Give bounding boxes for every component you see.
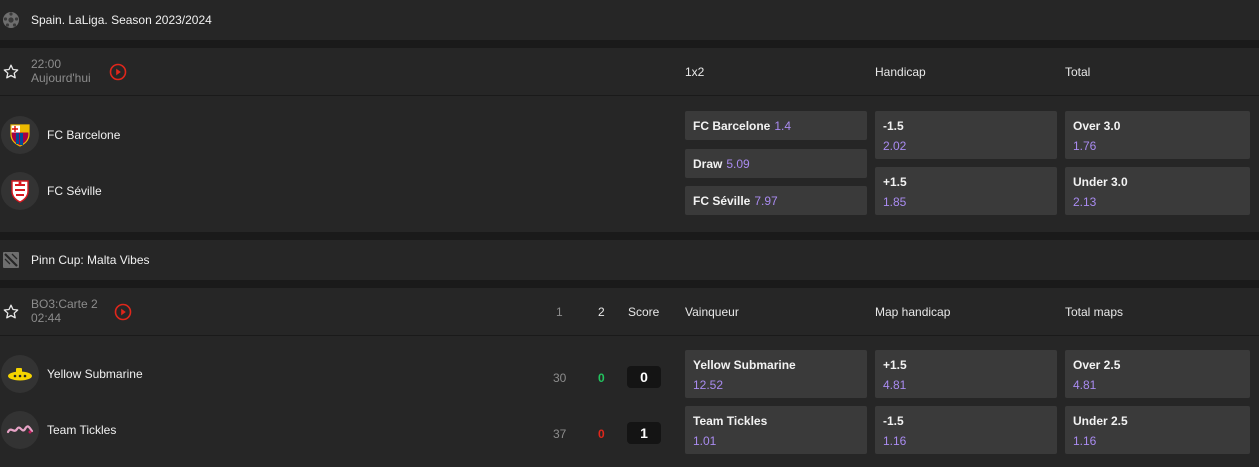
odds-value: 5.09	[726, 156, 750, 171]
odds-label: FC Séville	[693, 193, 751, 208]
odds-value: 1.01	[693, 434, 717, 448]
dota-icon	[1, 250, 21, 270]
game-1-score: 37	[553, 427, 567, 441]
odds-label: Draw	[693, 156, 723, 171]
match-header: BO3:Carte 2 02:44 1 2 Score Vainqueur Ma…	[0, 288, 1259, 336]
sevilla-fc-crest-icon	[1, 172, 39, 210]
odds-button-handicap-minus[interactable]: -1.5 2.02	[875, 111, 1057, 159]
odds-button-handicap-plus[interactable]: +1.5 1.85	[875, 167, 1057, 215]
odds-label: Team Tickles	[693, 414, 768, 428]
odds-button-1x2-away[interactable]: FC Séville 7.97	[685, 186, 867, 215]
odds-value: 2.02	[883, 139, 907, 153]
match-time: 22:00 Aujourd'hui	[31, 57, 91, 85]
odds-value: 12.52	[693, 378, 724, 392]
live-stream-icon[interactable]	[109, 63, 127, 81]
column-header-total-maps: Total maps	[1065, 305, 1124, 319]
odds-button-total-maps-under[interactable]: Under 2.5 1.16	[1065, 406, 1250, 454]
odds-button-map-handicap-plus[interactable]: +1.5 4.81	[875, 350, 1057, 398]
match-header: 22:00 Aujourd'hui 1x2 Handicap Total	[0, 48, 1259, 96]
odds-label: Yellow Submarine	[693, 358, 796, 372]
league-name: Spain. LaLiga. Season 2023/2024	[31, 13, 212, 27]
odds-value: 1.16	[1073, 434, 1097, 448]
team-row-sevilla: FC Séville	[0, 172, 102, 210]
odds-button-total-under[interactable]: Under 3.0 2.13	[1065, 167, 1250, 215]
league-header-pinn-cup[interactable]: Pinn Cup: Malta Vibes	[0, 240, 1259, 280]
favorite-star-icon[interactable]	[3, 64, 19, 80]
elapsed-time: 02:44	[31, 311, 62, 325]
game-2-score: 0	[598, 371, 605, 385]
odds-value: 2.13	[1073, 195, 1097, 209]
league-header-laliga[interactable]: Spain. LaLiga. Season 2023/2024	[0, 0, 1259, 40]
odds-label: +1.5	[883, 175, 907, 189]
odds-value: 1.16	[883, 434, 907, 448]
odds-label: Under 3.0	[1073, 175, 1128, 189]
map-score: 0	[627, 366, 661, 388]
odds-label: Under 2.5	[1073, 414, 1128, 428]
column-header-game-2: 2	[598, 305, 605, 319]
odds-label: Over 3.0	[1073, 119, 1121, 133]
team-name: Team Tickles	[47, 423, 117, 437]
odds-button-1x2-home[interactable]: FC Barcelone 1.4	[685, 111, 867, 140]
game-2-score: 0	[598, 427, 605, 441]
league-name: Pinn Cup: Malta Vibes	[31, 253, 150, 267]
kickoff-time: 22:00	[31, 57, 62, 71]
team-name: Yellow Submarine	[47, 367, 143, 381]
odds-label: Over 2.5	[1073, 358, 1121, 372]
team-tickles-logo-icon	[1, 411, 39, 449]
team-row-team-tickles: Team Tickles	[0, 411, 116, 449]
odds-value: 1.85	[883, 195, 907, 209]
favorite-star-icon[interactable]	[3, 304, 19, 320]
odds-value: 1.76	[1073, 139, 1097, 153]
map-score: 1	[627, 422, 661, 444]
odds-value: 4.81	[883, 378, 907, 392]
column-header-score: Score	[628, 305, 660, 319]
odds-value: 7.97	[754, 193, 778, 208]
odds-label: +1.5	[883, 358, 907, 372]
team-row-yellow-submarine: Yellow Submarine	[0, 355, 143, 393]
match-status: BO3:Carte 2 02:44	[31, 297, 98, 325]
match-card-yellow-submarine-team-tickles: BO3:Carte 2 02:44 1 2 Score Vainqueur Ma…	[0, 288, 1259, 467]
game-1-score: 30	[553, 371, 567, 385]
map-status: BO3:Carte 2	[31, 297, 98, 311]
column-header-total: Total	[1065, 65, 1091, 79]
live-stream-icon[interactable]	[114, 303, 132, 321]
odds-label: -1.5	[883, 119, 904, 133]
odds-value: 4.81	[1073, 378, 1097, 392]
odds-label: -1.5	[883, 414, 904, 428]
soccer-ball-icon	[1, 10, 21, 30]
odds-button-total-over[interactable]: Over 3.0 1.76	[1065, 111, 1250, 159]
odds-label: FC Barcelone	[693, 118, 771, 133]
team-row-barcelona: FC Barcelone	[0, 116, 120, 154]
kickoff-day: Aujourd'hui	[31, 71, 91, 85]
column-header-map-handicap: Map handicap	[875, 305, 951, 319]
match-card-barcelona-sevilla: 22:00 Aujourd'hui 1x2 Handicap Total FC …	[0, 48, 1259, 232]
team-name: FC Séville	[47, 184, 102, 198]
yellow-submarine-logo-icon	[1, 355, 39, 393]
team-name: FC Barcelone	[47, 128, 121, 142]
odds-button-winner-yellow-submarine[interactable]: Yellow Submarine 12.52	[685, 350, 867, 398]
column-header-1x2: 1x2	[685, 65, 705, 79]
odds-button-winner-team-tickles[interactable]: Team Tickles 1.01	[685, 406, 867, 454]
odds-button-1x2-draw[interactable]: Draw 5.09	[685, 149, 867, 178]
odds-button-map-handicap-minus[interactable]: -1.5 1.16	[875, 406, 1057, 454]
column-header-winner: Vainqueur	[685, 305, 739, 319]
column-header-game-1: 1	[556, 305, 563, 319]
odds-value: 1.4	[774, 118, 792, 133]
column-header-handicap: Handicap	[875, 65, 926, 79]
fc-barcelona-crest-icon	[1, 116, 39, 154]
odds-button-total-maps-over[interactable]: Over 2.5 4.81	[1065, 350, 1250, 398]
